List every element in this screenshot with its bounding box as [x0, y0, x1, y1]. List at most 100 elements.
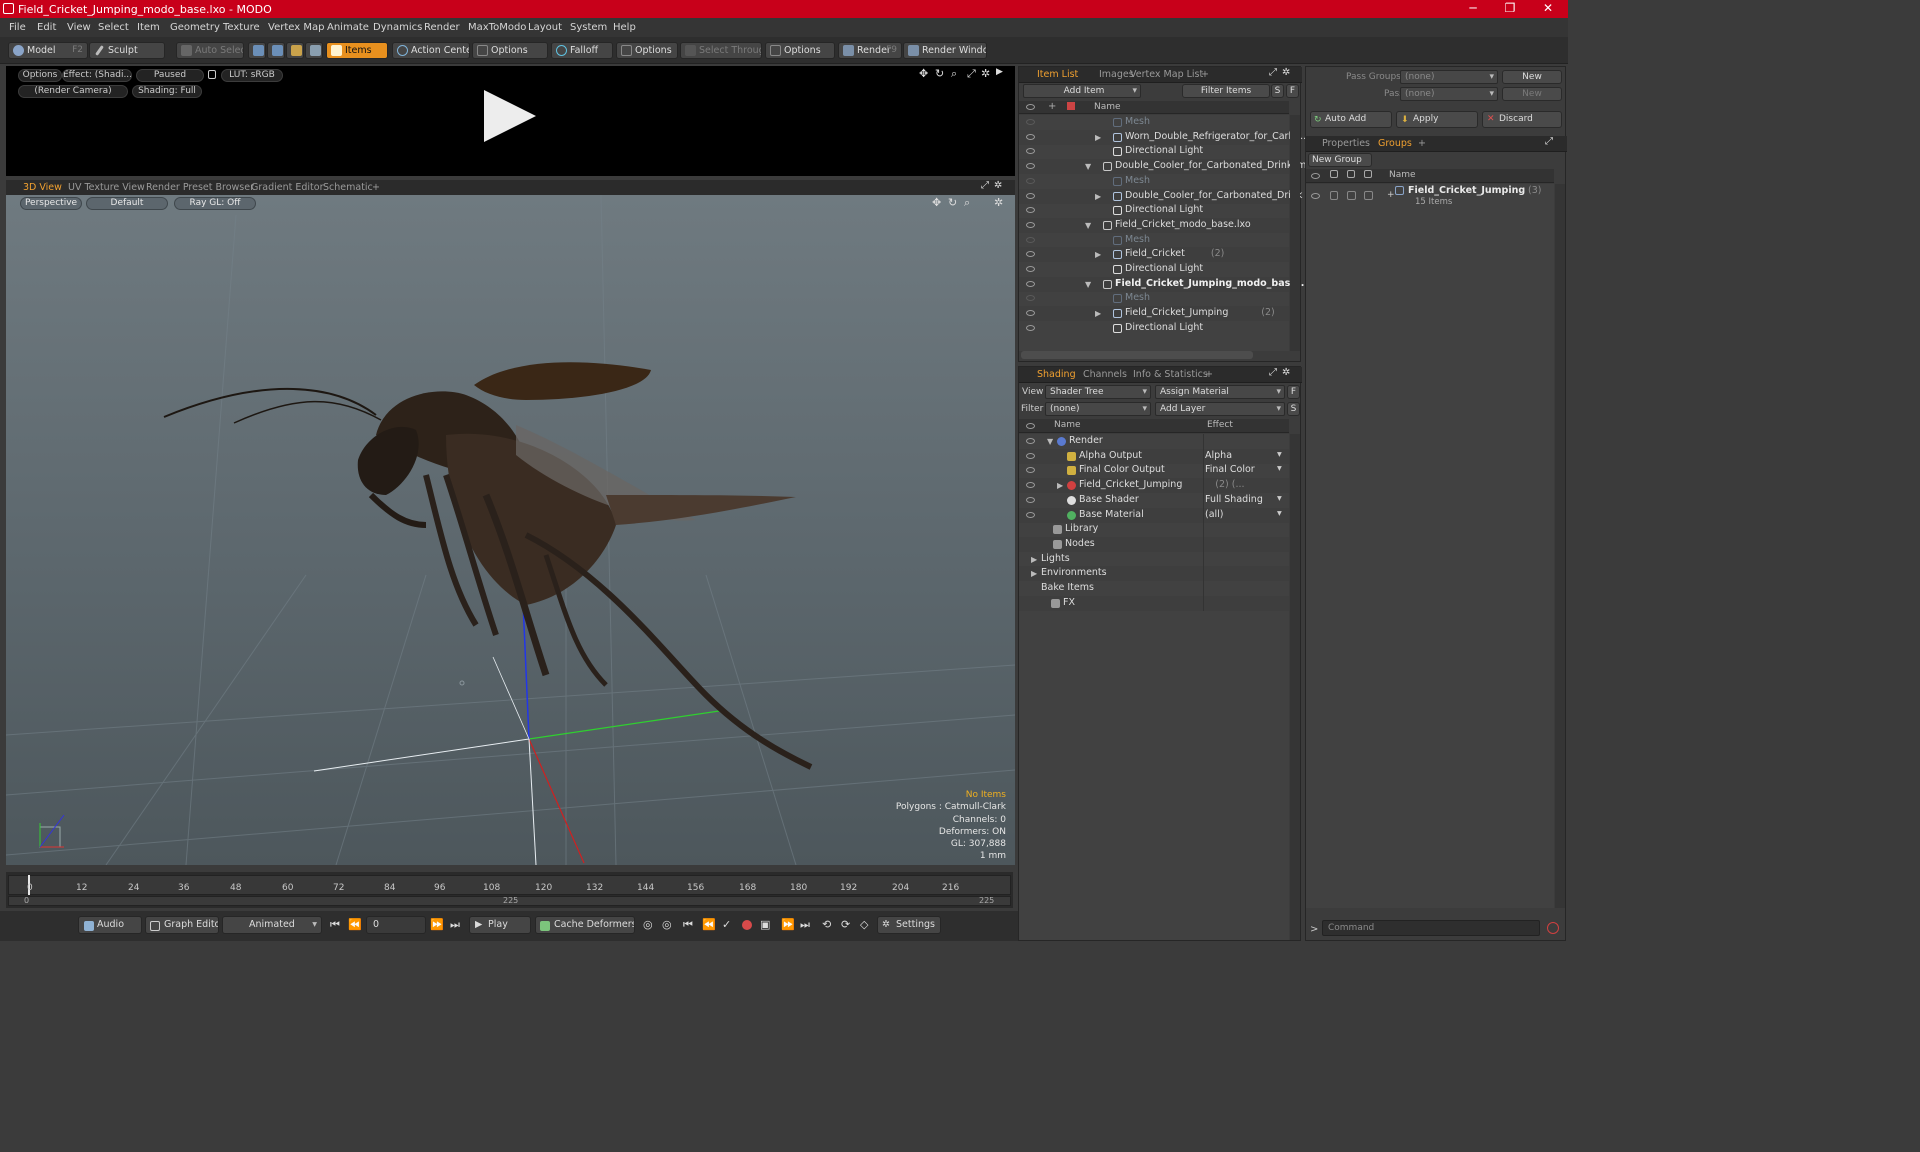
- panel-maximize-icon[interactable]: ⤢: [1269, 67, 1277, 78]
- menu-dynamics[interactable]: Dynamics: [373, 22, 422, 33]
- item-row[interactable]: ▶ Field_Cricket (2): [1019, 247, 1289, 263]
- tab-add[interactable]: +: [1201, 69, 1209, 80]
- shader-row[interactable]: ▶ Lights: [1019, 551, 1289, 567]
- group-expand-icon[interactable]: +: [1387, 190, 1395, 200]
- menu-texture[interactable]: Texture: [223, 22, 260, 33]
- minimize-button[interactable]: ─: [1455, 0, 1491, 18]
- prev-key-icon[interactable]: ⏮: [683, 918, 693, 932]
- shader-tree[interactable]: ▼ Render Alpha Output Alpha ▾ Final Color Out…: [1019, 434, 1289, 940]
- last-frame-icon[interactable]: ⏭: [450, 918, 460, 932]
- prev-key-icon-2[interactable]: ⏪: [702, 918, 716, 931]
- visibility-eye-icon[interactable]: [1026, 148, 1035, 155]
- select-through-button[interactable]: Select Through: [680, 42, 762, 59]
- group-visibility-icon[interactable]: [1311, 193, 1320, 199]
- key-icon-1[interactable]: ◎: [643, 918, 653, 931]
- first-frame-icon[interactable]: ⏮: [330, 918, 340, 932]
- shader-row[interactable]: Base Material (all) ▾: [1019, 507, 1289, 523]
- shader-row[interactable]: Nodes: [1019, 536, 1289, 552]
- close-button[interactable]: ✕: [1530, 0, 1566, 18]
- raygl-dropdown[interactable]: Ray GL: Off: [174, 197, 256, 210]
- menu-edit[interactable]: Edit: [37, 22, 56, 33]
- shading-style-dropdown[interactable]: Default: [86, 197, 168, 210]
- group-row[interactable]: + Field_Cricket_Jumping (3) 15 Items: [1306, 184, 1554, 210]
- shader-visibility-icon[interactable]: [1026, 496, 1035, 503]
- shader-row[interactable]: Final Color Output Final Color ▾: [1019, 463, 1289, 479]
- rotate-icon[interactable]: ↻: [935, 67, 944, 80]
- item-row[interactable]: Directional Light: [1019, 262, 1289, 277]
- collapse-arrow-icon[interactable]: ▼: [1047, 437, 1053, 446]
- visibility-eye-icon[interactable]: [1026, 236, 1035, 243]
- expand-arrow-icon[interactable]: ▶: [1095, 192, 1101, 201]
- item-row[interactable]: Mesh: [1019, 291, 1289, 306]
- shader-effect[interactable]: (all): [1205, 509, 1224, 520]
- item-row[interactable]: Directional Light: [1019, 321, 1289, 336]
- tab-uv-texture-view[interactable]: UV Texture View: [68, 182, 145, 193]
- timeline-ruler[interactable]: [8, 875, 1011, 895]
- filter-items-input[interactable]: Filter Items: [1182, 84, 1270, 98]
- tab-vertex-map-list[interactable]: Vertex Map List: [1130, 69, 1203, 80]
- render-preview[interactable]: Options Effect: (Shadi... Paused LUT: sR…: [6, 66, 1015, 176]
- filter-dropdown[interactable]: (none): [1045, 402, 1151, 416]
- settings-gear-icon[interactable]: ✲: [981, 67, 990, 80]
- shader-visibility-icon[interactable]: [1026, 452, 1035, 459]
- menu-item[interactable]: Item: [137, 22, 160, 33]
- visibility-eye-icon[interactable]: [1026, 324, 1035, 331]
- auto-select-button[interactable]: Auto Select: [176, 42, 244, 59]
- shader-row[interactable]: Library: [1019, 522, 1289, 538]
- falloff-options-button[interactable]: Options: [616, 42, 678, 59]
- assign-material-dropdown[interactable]: Assign Material: [1155, 385, 1285, 399]
- item-row[interactable]: ▶ Double_Cooler_for_Carbonated_Drink ...: [1019, 188, 1314, 204]
- record-icon[interactable]: [742, 920, 752, 930]
- expand-arrow-icon[interactable]: ▶: [996, 67, 1003, 77]
- tab-channels[interactable]: Channels: [1083, 369, 1127, 380]
- pass-groups-dropdown[interactable]: (none): [1400, 70, 1498, 84]
- menu-system[interactable]: System: [570, 22, 607, 33]
- select-materials-button[interactable]: [305, 42, 323, 59]
- visibility-eye-icon[interactable]: [1026, 163, 1035, 170]
- auto-add-button[interactable]: ↻ Auto Add: [1310, 111, 1392, 128]
- collapse-arrow-icon[interactable]: ▼: [1085, 221, 1091, 230]
- item-row[interactable]: Mesh: [1019, 233, 1289, 248]
- shading-f-button[interactable]: F: [1287, 385, 1300, 399]
- lock-icon[interactable]: [208, 70, 216, 79]
- shading-s-button[interactable]: S: [1287, 402, 1300, 416]
- shader-visibility-icon[interactable]: [1026, 438, 1035, 444]
- group-select-icon[interactable]: [1347, 191, 1356, 200]
- item-row[interactable]: ▶ Field_Cricket_Jumping (2): [1019, 306, 1289, 322]
- sculpt-button[interactable]: Sculpt: [89, 42, 165, 59]
- item-row[interactable]: ▼ Double_Cooler_for_Carbonated_Drink_m...: [1019, 159, 1315, 175]
- expand-arrow-icon[interactable]: ▶: [1031, 555, 1037, 564]
- shader-tree-scrollbar[interactable]: [1290, 434, 1300, 940]
- vp-zoom-icon[interactable]: ⌕: [964, 196, 970, 210]
- tab-add[interactable]: +: [1205, 369, 1213, 380]
- menu-render[interactable]: Render: [424, 22, 460, 33]
- sync-icon[interactable]: ⟳: [841, 918, 850, 931]
- tab-info-statistics[interactable]: Info & Statistics: [1133, 369, 1208, 380]
- collapse-arrow-icon[interactable]: ▼: [1085, 162, 1091, 171]
- menu-vertex-map[interactable]: Vertex Map: [268, 22, 324, 33]
- shader-effect[interactable]: Alpha: [1205, 450, 1232, 461]
- tab-schematic[interactable]: Schematic: [323, 182, 373, 193]
- model-button[interactable]: Model F2: [8, 42, 88, 59]
- tab-gradient-editor[interactable]: Gradient Editor: [251, 182, 323, 193]
- item-row[interactable]: Directional Light: [1019, 144, 1289, 159]
- animated-dropdown[interactable]: Animated ▾: [222, 916, 322, 934]
- discard-button[interactable]: ✕ Discard: [1482, 111, 1562, 128]
- shading-gear-icon[interactable]: ✲: [1282, 367, 1290, 378]
- marker-icon[interactable]: ◇: [860, 918, 868, 931]
- shader-effect[interactable]: Final Color: [1205, 464, 1255, 475]
- select-through-options-button[interactable]: Options: [765, 42, 835, 59]
- maximize-button[interactable]: ❐: [1492, 0, 1528, 18]
- new-pass-button[interactable]: New: [1502, 87, 1562, 101]
- play-preview-icon[interactable]: [484, 90, 536, 142]
- shading-dropdown[interactable]: Shading: Full: [132, 85, 202, 98]
- menu-select[interactable]: Select: [98, 22, 129, 33]
- visibility-eye-icon[interactable]: [1026, 280, 1035, 287]
- falloff-button[interactable]: Falloff: [551, 42, 613, 59]
- shader-row[interactable]: ▼ Render: [1019, 434, 1289, 449]
- new-group-button[interactable]: New Group: [1308, 153, 1372, 167]
- play-button[interactable]: ▶ Play: [469, 916, 531, 934]
- item-row[interactable]: ▼ Field_Cricket_Jumping_modo_bas ...: [1019, 276, 1304, 292]
- menu-layout[interactable]: Layout: [528, 22, 562, 33]
- view-dropdown[interactable]: Shader Tree: [1045, 385, 1151, 399]
